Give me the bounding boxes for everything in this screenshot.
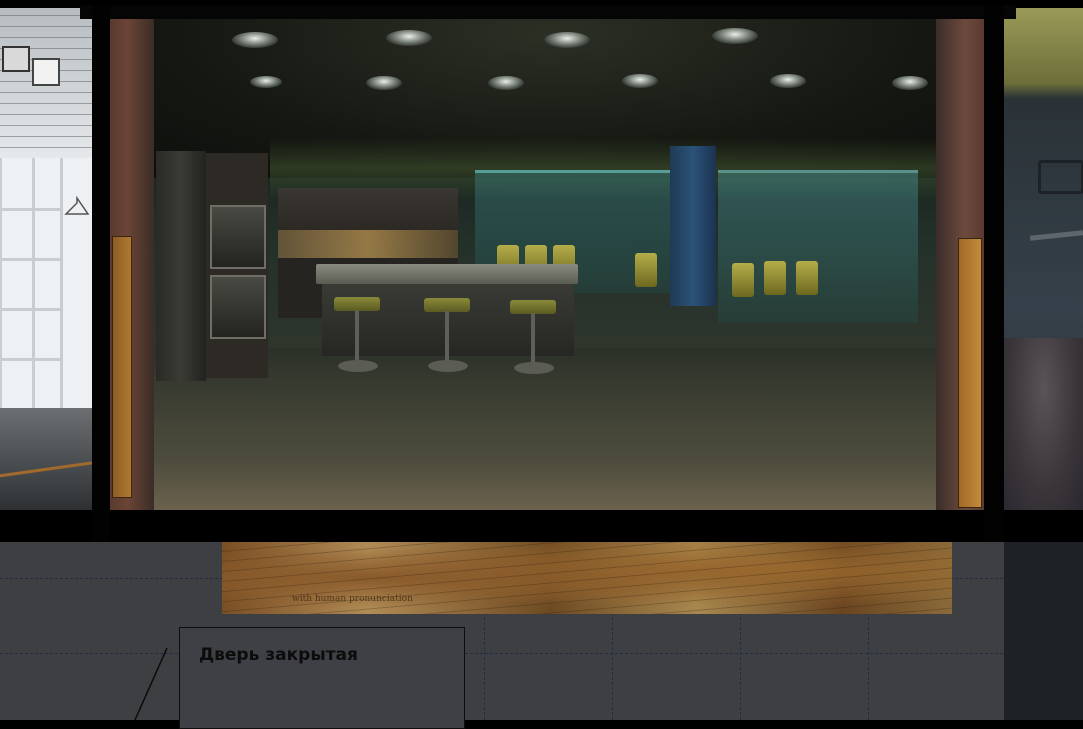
tooltip-box: Дверь закрытая [179, 627, 465, 729]
floor-divider [0, 510, 1083, 542]
stool-leg [355, 310, 359, 360]
wall-frame [2, 46, 30, 72]
main-room-view[interactable] [110, 18, 984, 510]
ceiling-light [250, 76, 282, 88]
left-room-view[interactable] [0, 8, 92, 510]
blue-pillar [670, 146, 716, 306]
right-room-view[interactable] [1004, 8, 1083, 510]
oven [210, 275, 266, 339]
chair [732, 263, 754, 297]
stool-base [514, 362, 554, 374]
shelf-board [2, 308, 60, 311]
ceiling-light [366, 76, 402, 90]
ceiling-light [544, 32, 590, 48]
left-room-floor [0, 408, 92, 510]
island-countertop [316, 264, 578, 284]
oven [210, 205, 266, 269]
wall-ovens[interactable] [206, 153, 268, 378]
ceiling-light [622, 74, 658, 88]
ceiling-light [712, 28, 758, 44]
building-wall-top [80, 5, 1016, 19]
chair [796, 261, 818, 295]
glass-conference-room [718, 170, 918, 323]
stool-leg [445, 311, 449, 361]
shelf-board [2, 358, 60, 361]
bar-stool [424, 298, 470, 312]
chair [635, 253, 657, 287]
shelf-divider [60, 158, 63, 413]
ceiling-light [488, 76, 524, 90]
ceiling-light [770, 74, 806, 88]
stool-base [338, 360, 378, 372]
refrigerator[interactable] [156, 151, 206, 381]
parchment-texture: with human pronunciation [222, 542, 952, 614]
white-shelving-unit [0, 158, 92, 413]
ceiling-light [892, 76, 928, 90]
bar-stool [510, 300, 556, 314]
chair [764, 261, 786, 295]
tooltip-pointer-line [134, 648, 168, 720]
wall-fixture [1038, 160, 1083, 194]
shelf-board [2, 208, 60, 211]
tile-backsplash [278, 230, 458, 260]
tooltip-text: Дверь закрытая [199, 645, 358, 665]
left-door[interactable] [112, 236, 132, 498]
right-room-floor [1004, 338, 1083, 510]
ceiling-light [232, 32, 278, 48]
bar-stool [334, 297, 380, 311]
ceiling-light [386, 30, 432, 46]
parchment-note: with human pronunciation [292, 594, 413, 604]
wall-frame [32, 58, 60, 86]
stool-leg [531, 313, 535, 363]
hanger-icon [64, 196, 90, 215]
right-door[interactable] [958, 238, 982, 508]
shelf-divider [32, 158, 35, 413]
stool-base [428, 360, 468, 372]
wall-bar [1029, 230, 1083, 241]
shelf-board [2, 258, 60, 261]
lower-right-room [1004, 542, 1083, 720]
